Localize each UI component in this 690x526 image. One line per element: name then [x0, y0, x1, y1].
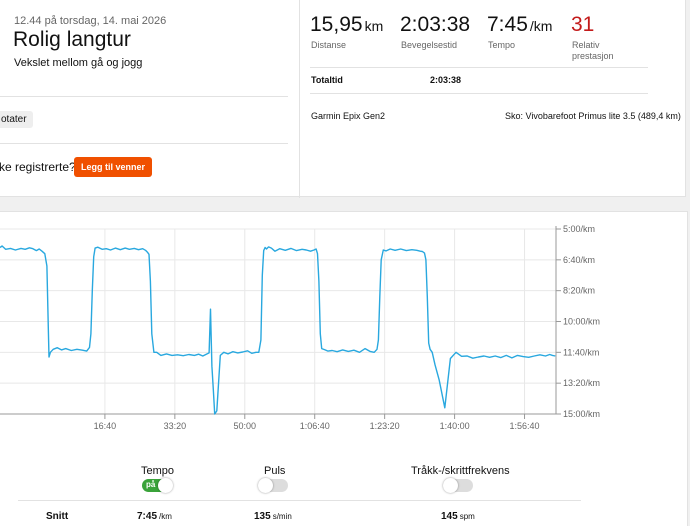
- y-tick-label: 5:00/km: [563, 224, 595, 234]
- x-tick-label: 1:40:00: [440, 421, 470, 431]
- toggle-knob: [258, 478, 273, 493]
- y-tick-label: 11:40/km: [563, 347, 599, 357]
- x-tick-label: 1:23:20: [370, 421, 400, 431]
- averages-divider: [18, 500, 581, 501]
- toggle-knob: [158, 478, 173, 493]
- x-tick-label: 1:06:40: [300, 421, 330, 431]
- x-tick-label: 16:40: [94, 421, 117, 431]
- toggle-label-pace: Tempo: [141, 465, 175, 477]
- y-tick-label: 6:40/km: [563, 255, 595, 265]
- toggle-label-heart-rate: Puls: [264, 465, 286, 477]
- y-tick-label: 8:20/km: [563, 286, 595, 296]
- averages-label: Snitt: [46, 511, 69, 522]
- avg-pace: 7:45/km: [137, 511, 172, 522]
- avg-heart-rate: 135 s/min: [254, 511, 292, 522]
- y-tick-label: 10:00/km: [563, 317, 600, 327]
- pace-toggle[interactable]: på: [142, 478, 173, 493]
- avg-cadence: 145 spm: [441, 511, 475, 522]
- cadence-toggle[interactable]: [443, 478, 473, 493]
- toggle-label-cadence: Tråkk-/skrittfrekvens: [411, 465, 510, 477]
- y-tick-label: 15:00/km: [563, 409, 600, 419]
- toggle-knob: [443, 478, 458, 493]
- pace-chart[interactable]: 5:00/km 6:40/km 8:20/km 10:00/km 11:40/km 13:…: [0, 0, 690, 526]
- x-tick-label: 1:56:40: [510, 421, 540, 431]
- toggle-on-text: på: [146, 480, 156, 489]
- heart-rate-toggle[interactable]: [258, 478, 288, 493]
- pace-line: [0, 245, 556, 415]
- x-tick-label: 33:20: [164, 421, 187, 431]
- y-tick-label: 13:20/km: [563, 378, 600, 388]
- x-tick-label: 50:00: [234, 421, 257, 431]
